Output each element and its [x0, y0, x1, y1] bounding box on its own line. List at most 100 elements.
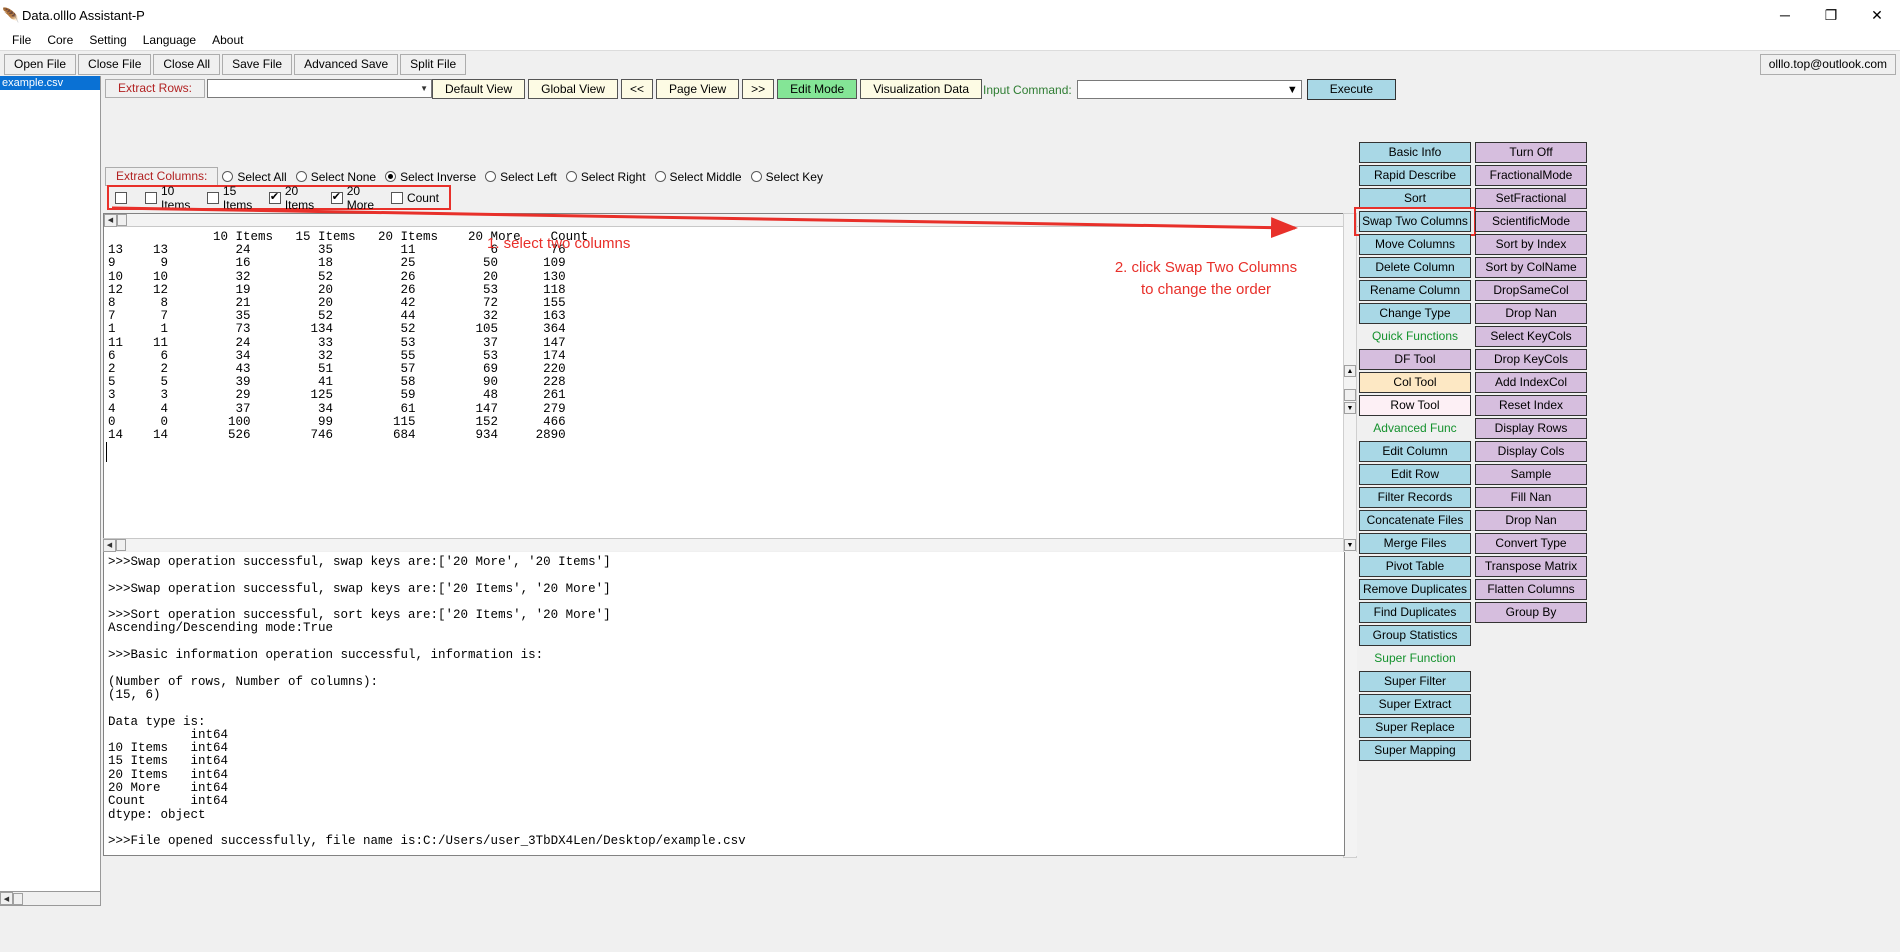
page-prev-button[interactable]: << — [620, 79, 653, 99]
radio-option-select-inverse[interactable]: Select Inverse — [385, 170, 476, 184]
radio-option-select-key[interactable]: Select Key — [750, 170, 823, 184]
checkbox-master[interactable] — [115, 191, 131, 204]
checkbox-indicator[interactable] — [330, 190, 343, 204]
input-command-combobox[interactable]: ▼ — [1076, 80, 1302, 99]
sidebar-button-merge-files[interactable]: Merge Files — [1359, 533, 1471, 554]
sidebar-button-delete-column[interactable]: Delete Column — [1359, 257, 1471, 278]
radio-indicator[interactable] — [385, 171, 397, 182]
sidebar-button-find-duplicates[interactable]: Find Duplicates — [1359, 602, 1471, 623]
sidebar-button-group-statistics[interactable]: Group Statistics — [1359, 625, 1471, 646]
scroll-left-arrow-icon[interactable]: ◀ — [0, 892, 13, 905]
open-file-button[interactable]: Open File — [4, 54, 77, 75]
console-vscrollbar[interactable] — [1345, 552, 1357, 856]
sidebar-button-pivot-table[interactable]: Pivot Table — [1359, 556, 1471, 577]
close-all-button[interactable]: Close All — [153, 54, 221, 75]
visualization-data-button[interactable]: Visualization Data — [860, 79, 983, 99]
console-output[interactable]: >>>Swap operation successful, swap keys … — [103, 552, 1345, 856]
save-file-button[interactable]: Save File — [222, 54, 293, 75]
sidebar-button-turn-off[interactable]: Turn Off — [1475, 142, 1587, 163]
sidebar-button-flatten-columns[interactable]: Flatten Columns — [1475, 579, 1587, 600]
radio-indicator[interactable] — [485, 171, 497, 182]
scroll-thumb-upper[interactable] — [1344, 389, 1356, 401]
radio-option-select-left[interactable]: Select Left — [485, 170, 557, 184]
file-list-item-example[interactable]: example.csv — [0, 76, 100, 90]
sidebar-button-select-keycols[interactable]: Select KeyCols — [1475, 326, 1587, 347]
extract-rows-combobox[interactable]: ▼ — [207, 79, 432, 98]
sidebar-button-remove-duplicates[interactable]: Remove Duplicates — [1359, 579, 1471, 600]
execute-button[interactable]: Execute — [1306, 79, 1397, 100]
scrollbar-thumb[interactable] — [13, 892, 23, 905]
radio-indicator[interactable] — [565, 171, 577, 182]
checkbox-indicator[interactable] — [206, 191, 219, 204]
scroll-down-arrow-icon[interactable]: ▼ — [1344, 402, 1356, 414]
sidebar-button-edit-row[interactable]: Edit Row — [1359, 464, 1471, 485]
scroll-up-arrow-icon[interactable]: ▲ — [1344, 365, 1356, 377]
radio-option-select-middle[interactable]: Select Middle — [654, 170, 742, 184]
radio-option-select-right[interactable]: Select Right — [565, 170, 646, 184]
sidebar-button-super-mapping[interactable]: Super Mapping — [1359, 740, 1471, 761]
sidebar-button-sample[interactable]: Sample — [1475, 464, 1587, 485]
sidebar-button-change-type[interactable]: Change Type — [1359, 303, 1471, 324]
sidebar-button-drop-nan[interactable]: Drop Nan — [1475, 510, 1587, 531]
menu-item-setting[interactable]: Setting — [81, 32, 134, 48]
sidebar-button-setfractional[interactable]: SetFractional — [1475, 188, 1587, 209]
scroll-down-arrow-icon-2[interactable]: ▼ — [1344, 539, 1356, 551]
sidebar-button-fill-nan[interactable]: Fill Nan — [1475, 487, 1587, 508]
sidebar-button-sort-by-colname[interactable]: Sort by ColName — [1475, 257, 1587, 278]
extract-rows-label[interactable]: Extract Rows: — [105, 79, 205, 98]
sidebar-button-convert-type[interactable]: Convert Type — [1475, 533, 1587, 554]
scrollbar-thumb[interactable] — [116, 539, 126, 551]
page-next-button[interactable]: >> — [742, 79, 775, 99]
scroll-left-arrow-icon[interactable]: ◀ — [104, 213, 117, 227]
sidebar-button-dropsamecol[interactable]: DropSameCol — [1475, 280, 1587, 301]
sidebar-button-filter-records[interactable]: Filter Records — [1359, 487, 1471, 508]
sidebar-button-group-by[interactable]: Group By — [1475, 602, 1587, 623]
menu-item-core[interactable]: Core — [39, 32, 81, 48]
scroll-left-arrow-icon[interactable]: ◀ — [103, 538, 116, 552]
edit-mode-button[interactable]: Edit Mode — [777, 79, 858, 99]
radio-indicator[interactable] — [222, 171, 234, 182]
checkbox-indicator[interactable] — [115, 191, 127, 204]
radio-indicator[interactable] — [295, 171, 307, 182]
sidebar-button-sort-by-index[interactable]: Sort by Index — [1475, 234, 1587, 255]
sidebar-button-move-columns[interactable]: Move Columns — [1359, 234, 1471, 255]
sidebar-button-scientificmode[interactable]: ScientificMode — [1475, 211, 1587, 232]
radio-option-select-all[interactable]: Select All — [222, 170, 287, 184]
checkbox-20-items[interactable]: 20 Items — [268, 184, 321, 212]
sidebar-button-transpose-matrix[interactable]: Transpose Matrix — [1475, 556, 1587, 577]
sidebar-button-basic-info[interactable]: Basic Info — [1359, 142, 1471, 163]
sidebar-button-rename-column[interactable]: Rename Column — [1359, 280, 1471, 301]
sidebar-button-drop-keycols[interactable]: Drop KeyCols — [1475, 349, 1587, 370]
sidebar-button-rapid-describe[interactable]: Rapid Describe — [1359, 165, 1471, 186]
default-view-button[interactable]: Default View — [432, 79, 526, 99]
minimize-button[interactable]: ─ — [1762, 0, 1808, 30]
sidebar-button-edit-column[interactable]: Edit Column — [1359, 441, 1471, 462]
global-view-button[interactable]: Global View — [528, 79, 618, 99]
sidebar-button-add-indexcol[interactable]: Add IndexCol — [1475, 372, 1587, 393]
sidebar-button-display-cols[interactable]: Display Cols — [1475, 441, 1587, 462]
sidebar-button-concatenate-files[interactable]: Concatenate Files — [1359, 510, 1471, 531]
checkbox-indicator[interactable] — [268, 190, 281, 204]
close-file-button[interactable]: Close File — [78, 54, 152, 75]
radio-option-select-none[interactable]: Select None — [295, 170, 376, 184]
menu-item-file[interactable]: File — [4, 32, 39, 48]
grid-hscrollbar-top[interactable]: ◀ — [104, 213, 1358, 227]
sidebar-button-super-filter[interactable]: Super Filter — [1359, 671, 1471, 692]
checkbox-10-items[interactable]: 10 Items — [145, 184, 197, 212]
menu-item-about[interactable]: About — [204, 32, 251, 48]
grid-hscrollbar-bottom[interactable]: ◀ — [103, 538, 1357, 552]
page-view-button[interactable]: Page View — [656, 79, 740, 99]
sidebar-button-fractionalmode[interactable]: FractionalMode — [1475, 165, 1587, 186]
close-button[interactable]: ✕ — [1854, 0, 1900, 30]
sidebar-button-drop-nan[interactable]: Drop Nan — [1475, 303, 1587, 324]
sidebar-button-row-tool[interactable]: Row Tool — [1359, 395, 1471, 416]
split-file-button[interactable]: Split File — [400, 54, 467, 75]
checkbox-indicator[interactable] — [145, 191, 157, 204]
sidebar-button-super-replace[interactable]: Super Replace — [1359, 717, 1471, 738]
radio-indicator[interactable] — [750, 171, 762, 182]
checkbox-15-items[interactable]: 15 Items — [206, 184, 259, 212]
sidebar-button-sort[interactable]: Sort — [1359, 188, 1471, 209]
sidebar-button-display-rows[interactable]: Display Rows — [1475, 418, 1587, 439]
file-list-hscrollbar[interactable]: ◀ — [0, 891, 100, 905]
sidebar-button-df-tool[interactable]: DF Tool — [1359, 349, 1471, 370]
